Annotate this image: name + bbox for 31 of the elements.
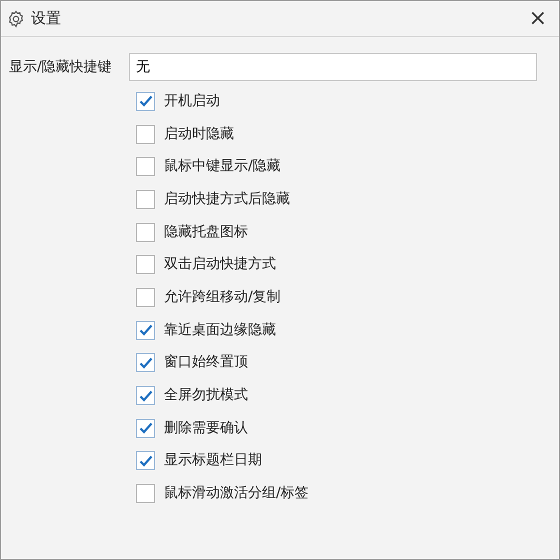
checkbox[interactable] — [136, 353, 155, 372]
checkbox-label: 启动快捷方式后隐藏 — [164, 190, 290, 209]
close-button[interactable]: × — [524, 8, 551, 30]
checkbox-label: 双击启动快捷方式 — [164, 255, 276, 274]
gear-icon — [7, 10, 25, 28]
checkbox-label: 靠近桌面边缘隐藏 — [164, 320, 276, 340]
checkbox[interactable] — [136, 288, 155, 307]
checkbox-label: 隐藏托盘图标 — [164, 222, 248, 242]
checkbox[interactable] — [136, 190, 155, 209]
checkbox[interactable] — [136, 484, 155, 504]
checkbox[interactable] — [136, 255, 155, 274]
checkbox-label: 删除需要确认 — [164, 418, 248, 438]
checkbox-label: 启动时隐藏 — [164, 124, 234, 144]
shortcut-field[interactable]: 无 — [129, 53, 537, 81]
checkbox-label: 窗口始终置顶 — [164, 353, 248, 372]
checkbox-label: 鼠标中键显示/隐藏 — [164, 157, 281, 176]
checkbox[interactable] — [136, 222, 155, 242]
checkbox-label: 允许跨组移动/复制 — [164, 288, 281, 307]
checkbox[interactable] — [136, 124, 155, 144]
checkbox-label: 鼠标滑动激活分组/标签 — [164, 484, 309, 504]
checkbox[interactable] — [136, 418, 155, 438]
checkbox[interactable] — [136, 92, 155, 111]
window-title: 设置 — [31, 8, 61, 30]
checkbox-label: 全屏勿扰模式 — [164, 386, 248, 406]
checkbox-label: 开机启动 — [164, 92, 220, 111]
checkbox[interactable] — [136, 320, 155, 340]
checkbox[interactable] — [136, 157, 155, 176]
checkbox[interactable] — [136, 386, 155, 406]
checkbox-label: 显示标题栏日期 — [164, 451, 262, 470]
checkbox[interactable] — [136, 451, 155, 470]
field-label: 显示/隐藏快捷键 — [8, 58, 113, 76]
